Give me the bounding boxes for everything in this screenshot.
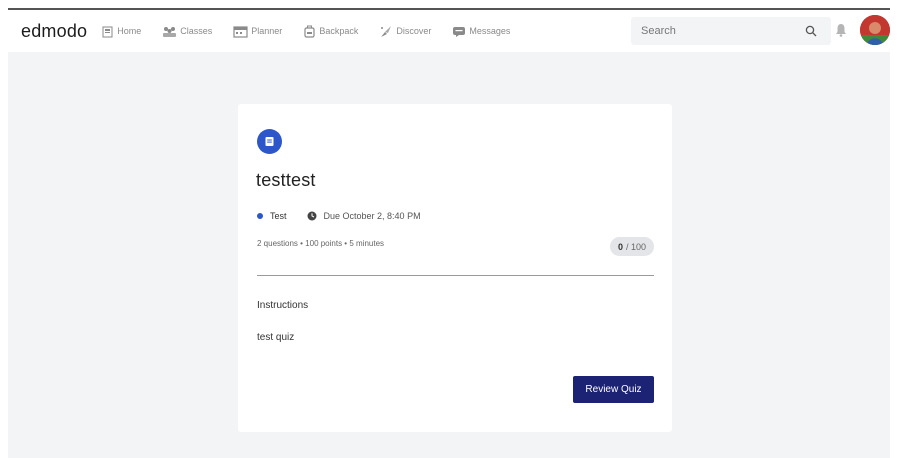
search-box[interactable] bbox=[631, 17, 831, 45]
user-avatar[interactable] bbox=[860, 15, 890, 45]
nav-discover-label: Discover bbox=[396, 26, 432, 36]
nav-backpack-label: Backpack bbox=[319, 26, 359, 36]
backpack-icon bbox=[304, 25, 315, 38]
nav-home[interactable]: Home bbox=[101, 25, 141, 38]
nav-planner-label: Planner bbox=[251, 26, 283, 36]
search-icon[interactable] bbox=[805, 25, 817, 37]
quiz-stats: 2 questions • 100 points • 5 minutes bbox=[257, 239, 385, 248]
search-input[interactable] bbox=[641, 25, 791, 37]
home-icon bbox=[102, 26, 113, 37]
quiz-icon bbox=[265, 137, 274, 146]
score-value: 0 bbox=[617, 241, 623, 252]
review-quiz-button[interactable]: Review Quiz bbox=[573, 376, 654, 403]
clock-icon bbox=[307, 211, 317, 221]
nav-planner[interactable]: Planner bbox=[233, 25, 282, 38]
score-badge: 0 / 100 bbox=[610, 237, 654, 256]
quiz-type-badge bbox=[257, 129, 282, 154]
quiz-type-label: Test bbox=[270, 211, 287, 221]
nav-messages-label: Messages bbox=[469, 26, 511, 36]
nav-home-label: Home bbox=[117, 26, 142, 36]
avatar-photo-icon bbox=[860, 15, 890, 45]
instructions-heading: Instructions bbox=[257, 300, 309, 311]
messages-icon bbox=[453, 26, 466, 37]
planner-icon bbox=[233, 25, 248, 38]
quiz-title: testtest bbox=[256, 170, 316, 190]
top-navbar: edmodo Home Classes Planner Backpack Dis… bbox=[8, 10, 890, 52]
discover-icon bbox=[381, 25, 392, 37]
card-divider bbox=[257, 275, 654, 276]
nav-classes-label: Classes bbox=[180, 26, 213, 36]
nav-backpack[interactable]: Backpack bbox=[303, 25, 358, 38]
nav-discover[interactable]: Discover bbox=[379, 25, 431, 38]
nav-messages[interactable]: Messages bbox=[452, 25, 510, 38]
due-date: Due October 2, 8:40 PM bbox=[323, 211, 421, 221]
quiz-type-dot bbox=[257, 213, 263, 219]
quiz-meta: Test Due October 2, 8:40 PM bbox=[257, 211, 421, 221]
notifications-bell-icon[interactable] bbox=[835, 23, 847, 37]
quiz-card: testtest Test Due October 2, 8:40 PM 2 q… bbox=[238, 104, 672, 432]
instructions-text: test quiz bbox=[257, 332, 295, 343]
score-total: / 100 bbox=[625, 241, 647, 252]
classes-icon bbox=[163, 26, 177, 37]
edmodo-logo[interactable]: edmodo bbox=[21, 21, 87, 42]
nav-classes[interactable]: Classes bbox=[162, 25, 212, 38]
